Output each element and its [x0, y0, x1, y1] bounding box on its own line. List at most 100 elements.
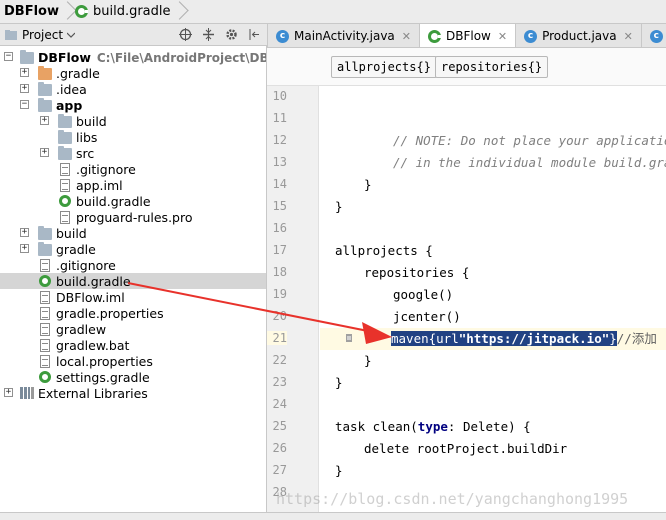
tab-mainactivity[interactable]: c MainActivity.java ✕ — [268, 24, 420, 47]
text-file-icon — [40, 339, 50, 352]
expand-icon[interactable]: + — [20, 68, 29, 77]
editor-gutter: 10 11 12 13 14 15 16 17 18 19 20 21 22 2… — [267, 86, 334, 520]
module-folder-icon — [38, 98, 52, 112]
code-line: } — [320, 460, 666, 482]
libraries-icon — [20, 387, 34, 399]
collapse-icon[interactable]: − — [20, 100, 29, 109]
class-icon: c — [649, 29, 663, 43]
tree-item-gradlew[interactable]: gradlew — [0, 321, 266, 337]
project-view-selector[interactable]: Project — [0, 28, 120, 42]
expand-icon[interactable]: + — [4, 388, 13, 397]
tree-item-gitignore[interactable]: .gitignore — [0, 257, 266, 273]
tab-app[interactable]: c ap — [642, 24, 666, 47]
tree-item-app-build[interactable]: + build — [0, 113, 266, 129]
tree-item-app-proguard[interactable]: proguard-rules.pro — [0, 209, 266, 225]
expand-icon[interactable]: + — [20, 244, 29, 253]
folder-icon — [38, 82, 52, 96]
code-text: task clean( — [335, 419, 418, 434]
code-text: } — [364, 177, 372, 192]
tree-item-label: build — [56, 225, 87, 241]
tree-item-label: src — [76, 145, 95, 161]
tree-item-root[interactable]: − DBFlowC:\File\AndroidProject\DBFlow — [0, 49, 267, 65]
tree-item-external-libraries[interactable]: + External Libraries — [0, 385, 266, 401]
breadcrumb-project[interactable]: DBFlow — [0, 0, 63, 24]
breadcrumb-file[interactable]: build.gradle — [71, 0, 175, 24]
close-icon[interactable]: ✕ — [624, 30, 633, 43]
expand-icon[interactable]: + — [40, 148, 49, 157]
tree-item-label: gradle — [56, 241, 96, 257]
tree-item-app-libs[interactable]: libs — [0, 129, 266, 145]
line-number: 15 — [272, 199, 287, 213]
tree-root-path: C:\File\AndroidProject\DBFlow — [96, 50, 267, 65]
expand-icon[interactable]: + — [20, 84, 29, 93]
collapse-all-icon[interactable] — [201, 28, 215, 42]
code-comment: // in the individual module build.gradl — [393, 155, 666, 170]
tree-item-dbflow-iml[interactable]: DBFlow.iml — [0, 289, 266, 305]
code-text: jcenter() — [393, 309, 461, 324]
code-keyword: type — [417, 419, 448, 434]
code-line: task clean(type: Delete) { — [320, 416, 666, 438]
gradle-icon — [39, 275, 51, 287]
project-panel-header: Project — [0, 24, 267, 46]
collapse-icon[interactable]: − — [4, 52, 13, 61]
tree-item-app-build-gradle[interactable]: build.gradle — [0, 193, 266, 209]
tab-dbflow[interactable]: DBFlow ✕ — [420, 24, 517, 47]
navigation-bar: DBFlow build.gradle — [0, 0, 666, 24]
code-line: // in the individual module build.gradl — [320, 152, 666, 174]
properties-file-icon — [40, 307, 50, 320]
folder-icon — [20, 50, 34, 64]
breadcrumb-repositories[interactable]: repositories{} — [435, 56, 549, 78]
expand-icon[interactable]: + — [40, 116, 49, 125]
close-icon[interactable]: ✕ — [402, 30, 411, 43]
line-number: 17 — [272, 243, 287, 257]
gradle-icon — [59, 195, 71, 207]
tree-item-app-gitignore[interactable]: .gitignore — [0, 161, 266, 177]
tree-item-label: app.iml — [76, 177, 123, 193]
code-line: repositories { — [320, 262, 666, 284]
tree-item-gradle[interactable]: + gradle — [0, 241, 266, 257]
code-line: // NOTE: Do not place your application — [320, 130, 666, 152]
tree-item-gradle-dir[interactable]: + .gradle — [0, 65, 266, 81]
tree-item-build-gradle[interactable]: build.gradle — [0, 273, 266, 289]
tree-item-app-iml[interactable]: app.iml — [0, 177, 266, 193]
tree-item-label: libs — [76, 129, 98, 145]
code-line: } — [320, 174, 666, 196]
tree-item-idea[interactable]: + .idea — [0, 81, 266, 97]
line-number: 22 — [272, 353, 287, 367]
code-line: jcenter() — [320, 306, 666, 328]
status-bar — [0, 512, 666, 520]
code-line: } — [320, 372, 666, 394]
tree-item-label: local.properties — [56, 353, 153, 369]
code-text: google() — [393, 287, 454, 302]
line-number: 13 — [272, 155, 287, 169]
close-icon[interactable]: ✕ — [498, 30, 507, 43]
code-text: : Delete) { — [447, 419, 531, 434]
project-tree: − DBFlowC:\File\AndroidProject\DBFlow + … — [0, 46, 267, 520]
tree-item-build[interactable]: + build — [0, 225, 266, 241]
code-editor[interactable]: // NOTE: Do not place your application /… — [320, 86, 666, 520]
line-number: 12 — [272, 133, 287, 147]
breadcrumb-allprojects[interactable]: allprojects{} — [331, 56, 437, 78]
tree-item-label: build.gradle — [56, 273, 131, 289]
tree-root-label: DBFlowC:\File\AndroidProject\DBFlow — [38, 50, 267, 65]
code-line-current: maven{url"https://jitpack.io"}//添加 — [320, 328, 666, 350]
scroll-from-source-icon[interactable] — [178, 28, 192, 42]
tree-item-local-properties[interactable]: local.properties — [0, 353, 266, 369]
intention-icon[interactable] — [345, 333, 353, 343]
tree-item-app-src[interactable]: + src — [0, 145, 266, 161]
tree-item-app[interactable]: − app — [0, 97, 266, 113]
tree-item-label: .gradle — [56, 65, 100, 81]
tree-item-gradlew-bat[interactable]: gradlew.bat — [0, 337, 266, 353]
tab-product[interactable]: c Product.java ✕ — [516, 24, 642, 47]
breadcrumb-file-label: build.gradle — [92, 4, 171, 19]
code-text: allprojects { — [335, 243, 433, 258]
hide-panel-icon[interactable] — [247, 28, 261, 42]
module-file-icon — [60, 179, 70, 192]
line-number: 23 — [272, 375, 287, 389]
tree-item-gradle-properties[interactable]: gradle.properties — [0, 305, 266, 321]
expand-icon[interactable]: + — [20, 228, 29, 237]
tree-item-label: settings.gradle — [56, 369, 150, 385]
class-icon: c — [276, 29, 289, 43]
tree-item-settings-gradle[interactable]: settings.gradle — [0, 369, 266, 385]
gear-icon[interactable] — [224, 28, 238, 42]
